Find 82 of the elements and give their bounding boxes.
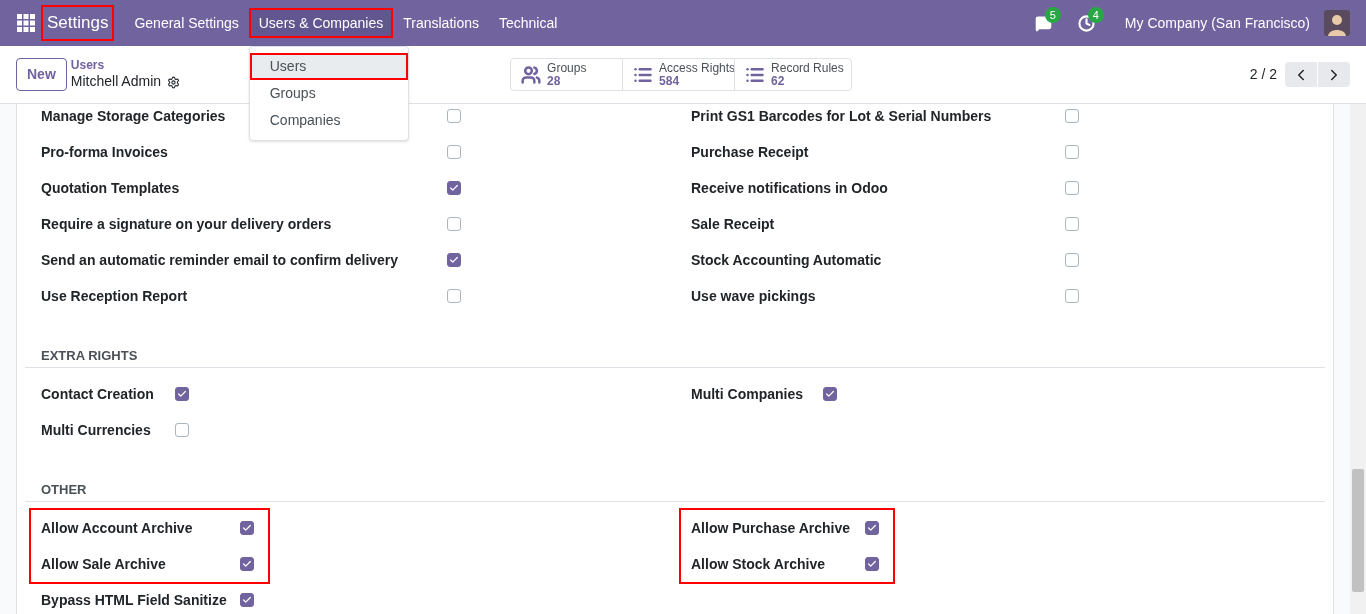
previous-button[interactable] [1285,62,1317,87]
checkbox[interactable] [823,387,837,401]
setting-label: Print GS1 Barcodes for Lot & Serial Numbers [691,108,992,124]
smart-button-label: Groups [547,61,587,75]
setting-label: Pro-forma Invoices [41,144,168,160]
nav-menu-item[interactable]: Technical [489,8,568,38]
setting-label: Receive notifications in Odoo [691,180,888,196]
checkbox[interactable] [175,423,189,437]
smart-button-label: Access Rights [659,61,736,75]
smart-button-count: 584 [659,74,681,88]
notification-badge: 5 [1044,6,1061,23]
checkbox[interactable] [240,557,254,571]
company-switcher[interactable]: My Company (San Francisco) [1124,12,1310,34]
record-title: Mitchell Admin [70,73,162,91]
avatar-icon[interactable] [1324,10,1350,36]
check-icon [242,523,252,533]
checkbox[interactable] [447,289,461,303]
setting-label: Quotation Templates [41,180,180,196]
dropdown-item[interactable]: Companies [249,107,408,134]
checkbox[interactable] [1065,181,1079,195]
clock-icon[interactable] [1077,14,1095,32]
nav-menu-item[interactable]: Users & Companies [248,8,394,38]
setting-label: Allow Stock Archive [691,556,826,572]
setting-label: Purchase Receipt [691,144,809,160]
checkbox[interactable] [447,253,461,267]
setting-label: Allow Sale Archive [41,556,166,572]
setting-label: Use Reception Report [41,288,188,304]
smart-button-count: 28 [547,74,561,88]
section-heading: OTHER [41,482,87,497]
smart-button[interactable]: Record Rules 62 [734,58,853,91]
checkbox[interactable] [1065,253,1079,267]
pager-value: 2 / 2 [1249,65,1277,84]
setting-label: Allow Account Archive [41,520,193,536]
checkbox[interactable] [447,109,461,123]
checkbox[interactable] [865,557,879,571]
breadcrumb-link[interactable]: Users [70,58,181,74]
checkbox[interactable] [175,387,189,401]
setting-label: Allow Purchase Archive [691,520,850,536]
checkbox[interactable] [1065,145,1079,159]
checkbox[interactable] [865,521,879,535]
app-title[interactable]: Settings [41,5,115,41]
setting-label: Send an automatic reminder email to confirm delivery [41,252,399,268]
section-heading: EXTRA RIGHTS [41,348,138,363]
smart-button-label: Record Rules [771,61,844,75]
setting-label: Multi Companies [691,386,803,402]
dropdown-item[interactable]: Groups [249,80,408,107]
setting-label: Stock Accounting Automatic [691,252,882,268]
people-icon [521,64,542,85]
checkbox[interactable] [1065,217,1079,231]
checkbox[interactable] [1065,289,1079,303]
new-button[interactable]: New [16,58,67,91]
smart-button[interactable]: Access Rights 584 [622,58,736,91]
settings-icon[interactable] [167,75,181,89]
setting-label: Bypass HTML Field Sanitize [41,592,227,608]
next-button[interactable] [1318,62,1350,87]
setting-label: Require a signature on your delivery orders [41,216,332,232]
check-icon [242,595,252,605]
setting-label: Sale Receipt [691,216,775,232]
checkbox[interactable] [447,181,461,195]
apps-grid-icon[interactable] [17,14,35,32]
checkbox[interactable] [1065,109,1079,123]
check-icon [825,389,835,399]
checkbox[interactable] [240,521,254,535]
setting-label: Multi Currencies [41,422,151,438]
checkbox[interactable] [447,145,461,159]
check-icon [242,559,252,569]
check-icon [449,183,459,193]
nav-menu-item[interactable]: General Settings [124,8,249,38]
setting-label: Manage Storage Categories [41,108,226,124]
dropdown-item[interactable]: Users [249,53,408,80]
setting-label: Contact Creation [41,386,154,402]
check-icon [449,255,459,265]
smart-button[interactable]: Groups 28 [510,58,624,91]
notification-badge: 4 [1087,6,1104,23]
checkbox[interactable] [240,593,254,607]
smart-button-count: 62 [771,74,786,88]
nav-menu-item[interactable]: Translations [393,8,489,38]
check-icon [867,559,877,569]
checkbox[interactable] [447,217,461,231]
check-icon [177,389,187,399]
check-icon [867,523,877,533]
setting-label: Use wave pickings [691,288,816,304]
